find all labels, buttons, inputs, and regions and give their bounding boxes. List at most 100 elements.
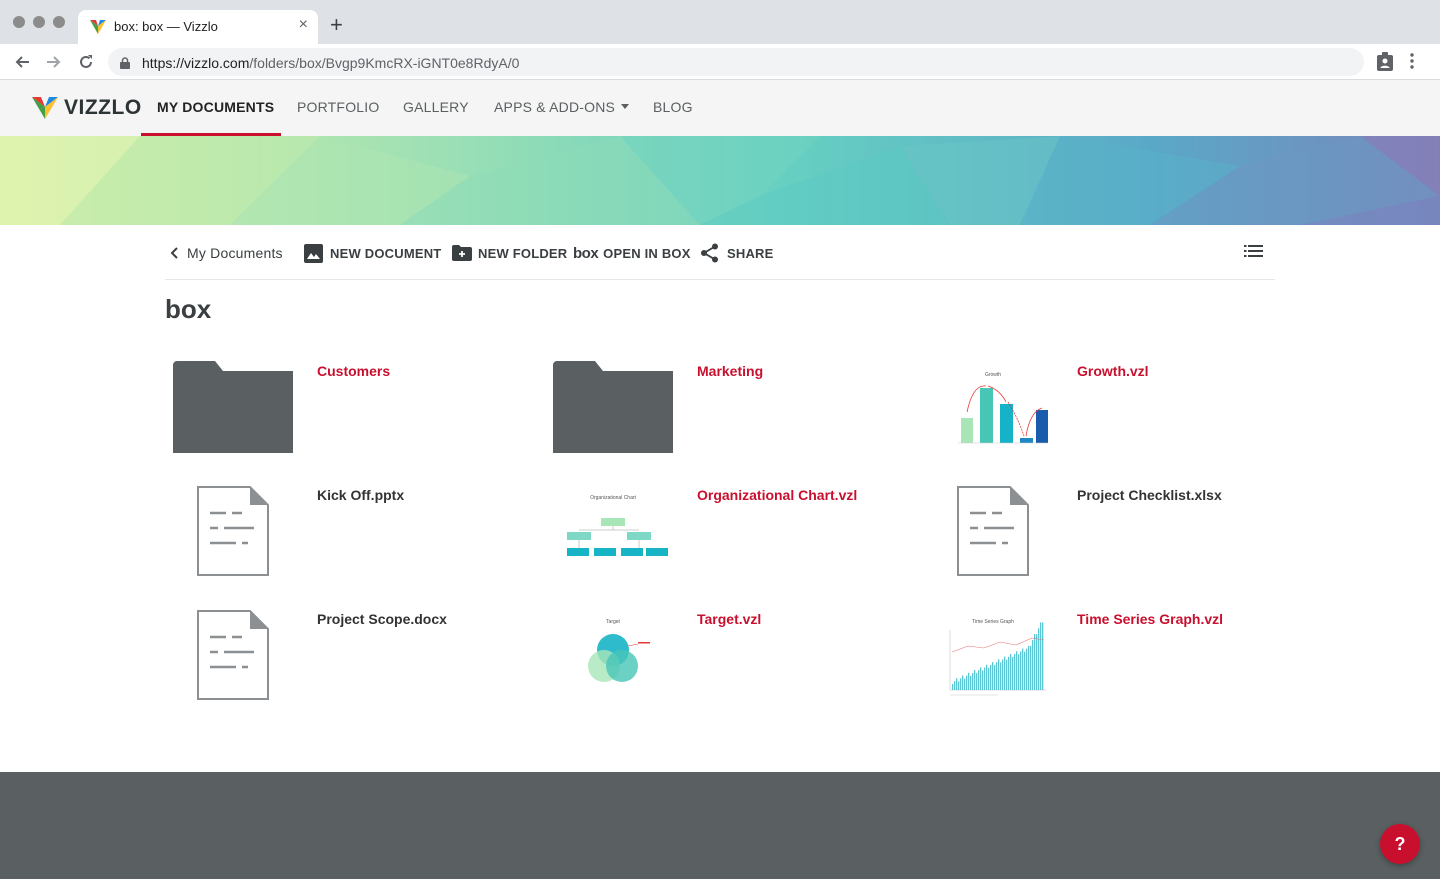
item-name[interactable]: Kick Off.pptx xyxy=(317,487,404,503)
folder-icon[interactable] xyxy=(165,357,301,457)
vizzlo-logo[interactable]: VIZZLO xyxy=(32,96,142,120)
new-folder-label: NEW FOLDER xyxy=(478,245,568,261)
thumbnail-bar xyxy=(986,664,988,690)
back-arrow-icon[interactable] xyxy=(11,51,33,73)
tab-title: box: box — Vizzlo xyxy=(114,19,218,34)
thumbnail-bar xyxy=(1012,657,1014,690)
nav-apps-addons-label: APPS & ADD-ONS xyxy=(494,99,616,115)
new-document-button[interactable]: NEW DOCUMENT xyxy=(304,242,441,264)
document-icon[interactable] xyxy=(165,481,301,581)
thumbnail-bar xyxy=(980,667,982,690)
thumbnail-bar xyxy=(1002,659,1004,690)
open-in-box-button[interactable]: box OPEN IN BOX xyxy=(573,242,691,264)
thumbnail-bar xyxy=(994,665,996,690)
vizzlo-favicon-icon xyxy=(90,20,106,39)
thumbnail-bar xyxy=(960,678,962,690)
thumbnail-bar xyxy=(988,667,990,690)
grid-item-org-chart: Organizational Chart Organizational Char… xyxy=(545,481,925,591)
item-name[interactable]: Time Series Graph.vzl xyxy=(1077,611,1223,627)
window-close-dot[interactable] xyxy=(13,16,25,28)
thumbnail-bar xyxy=(976,673,978,690)
item-name[interactable]: Organizational Chart.vzl xyxy=(697,487,857,503)
thumbnail-bar xyxy=(1022,648,1024,690)
item-name[interactable]: Growth.vzl xyxy=(1077,363,1149,379)
item-name[interactable]: Marketing xyxy=(697,363,763,379)
share-icon xyxy=(701,243,718,263)
grid-item-kick-off: Kick Off.pptx xyxy=(165,481,545,591)
thumbnail-title: Target xyxy=(606,619,621,625)
thumbnail-bar xyxy=(1016,651,1018,690)
contact-badge-icon[interactable] xyxy=(1376,52,1394,77)
new-tab-icon[interactable]: + xyxy=(330,14,343,36)
thumbnail-bar xyxy=(1036,634,1038,690)
image-icon xyxy=(304,243,323,263)
thumbnail-bar xyxy=(956,678,958,690)
window-zoom-dot[interactable] xyxy=(53,16,65,28)
nav-my-documents[interactable]: MY DOCUMENTS xyxy=(157,80,274,136)
document-icon[interactable] xyxy=(165,605,301,705)
grid-item-marketing: Marketing xyxy=(545,357,925,467)
nav-portfolio[interactable]: PORTFOLIO xyxy=(297,80,379,136)
forward-arrow-icon[interactable] xyxy=(43,51,65,73)
grid-item-project-checklist: Project Checklist.xlsx xyxy=(925,481,1305,591)
list-view-icon[interactable] xyxy=(1244,244,1263,263)
browser-menu-icon[interactable] xyxy=(1410,52,1414,75)
thumbnail-bar xyxy=(1032,640,1034,690)
nav-gallery[interactable]: GALLERY xyxy=(403,80,469,136)
thumbnail-bar xyxy=(996,662,998,690)
thumbnail-bar xyxy=(952,684,954,690)
item-name[interactable]: Target.vzl xyxy=(697,611,761,627)
thumbnail-bar xyxy=(1024,651,1026,690)
thumbnail-bar xyxy=(1014,654,1016,690)
nav-apps-addons[interactable]: APPS & ADD-ONS xyxy=(494,80,630,136)
thumbnail-bar xyxy=(964,678,966,690)
new-document-label: NEW DOCUMENT xyxy=(330,245,442,261)
folder-title: box xyxy=(165,294,212,324)
nav-blog[interactable]: BLOG xyxy=(653,80,693,136)
thumbnail-bar xyxy=(974,670,976,690)
back-to-my-documents-link[interactable]: My Documents xyxy=(171,242,283,264)
thumbnail-bar xyxy=(1042,622,1044,690)
thumbnail-bar xyxy=(962,675,964,690)
document-icon[interactable] xyxy=(925,481,1061,581)
caret-down-icon xyxy=(621,103,630,109)
new-folder-button[interactable]: NEW FOLDER xyxy=(452,242,567,264)
time-series-thumbnail[interactable]: Time Series Graph xyxy=(925,605,1061,705)
share-button[interactable]: SHARE xyxy=(700,242,774,264)
grid-item-time-series: Time Series Graph Time Series Graph.vzl xyxy=(925,605,1305,715)
folder-toolbar: My Documents NEW DOCUMENT NEW FOLDER box… xyxy=(165,238,1275,280)
thumbnail-bar xyxy=(1018,654,1020,690)
reload-icon[interactable] xyxy=(75,51,97,73)
help-button[interactable]: ? xyxy=(1380,824,1420,864)
target-chart-thumbnail[interactable]: Target xyxy=(545,605,681,705)
browser-tab-bar: box: box — Vizzlo × + xyxy=(0,0,1440,44)
thumbnail-bar xyxy=(970,675,972,690)
item-name[interactable]: Customers xyxy=(317,363,390,379)
address-bar[interactable]: https://vizzlo.com/folders/box/Bvgp9KmcR… xyxy=(108,48,1364,76)
grid-item-project-scope: Project Scope.docx xyxy=(165,605,545,715)
app-header: VIZZLO MY DOCUMENTS PORTFOLIO GALLERY AP… xyxy=(0,80,1440,136)
thumbnail-bar xyxy=(992,662,994,690)
thumbnail-bar xyxy=(1004,656,1006,690)
thumbnail-bar xyxy=(1000,662,1002,690)
grid-item-customers: Customers xyxy=(165,357,545,467)
thumbnail-bar xyxy=(1006,659,1008,690)
thumbnail-bar xyxy=(984,667,986,690)
window-minimize-dot[interactable] xyxy=(33,16,45,28)
folder-icon[interactable] xyxy=(545,357,681,457)
thumbnail-title: Organizational Chart xyxy=(590,495,636,501)
item-name[interactable]: Project Checklist.xlsx xyxy=(1077,487,1222,503)
header-banner xyxy=(0,136,1440,225)
browser-tab[interactable]: box: box — Vizzlo × xyxy=(78,10,318,44)
thumbnail-bar xyxy=(998,659,1000,690)
thumbnail-bar xyxy=(978,670,980,690)
item-name[interactable]: Project Scope.docx xyxy=(317,611,447,627)
growth-chart-thumbnail[interactable]: Growth xyxy=(925,357,1061,457)
org-chart-thumbnail[interactable]: Organizational Chart xyxy=(545,481,681,581)
thumbnail-bar xyxy=(1010,653,1012,690)
back-label: My Documents xyxy=(187,245,283,261)
grid-item-growth: Growth Growth.vzl xyxy=(925,357,1305,467)
thumbnail-bar xyxy=(982,670,984,690)
thumbnail-bar xyxy=(1028,645,1030,690)
tab-close-icon[interactable]: × xyxy=(299,16,308,34)
